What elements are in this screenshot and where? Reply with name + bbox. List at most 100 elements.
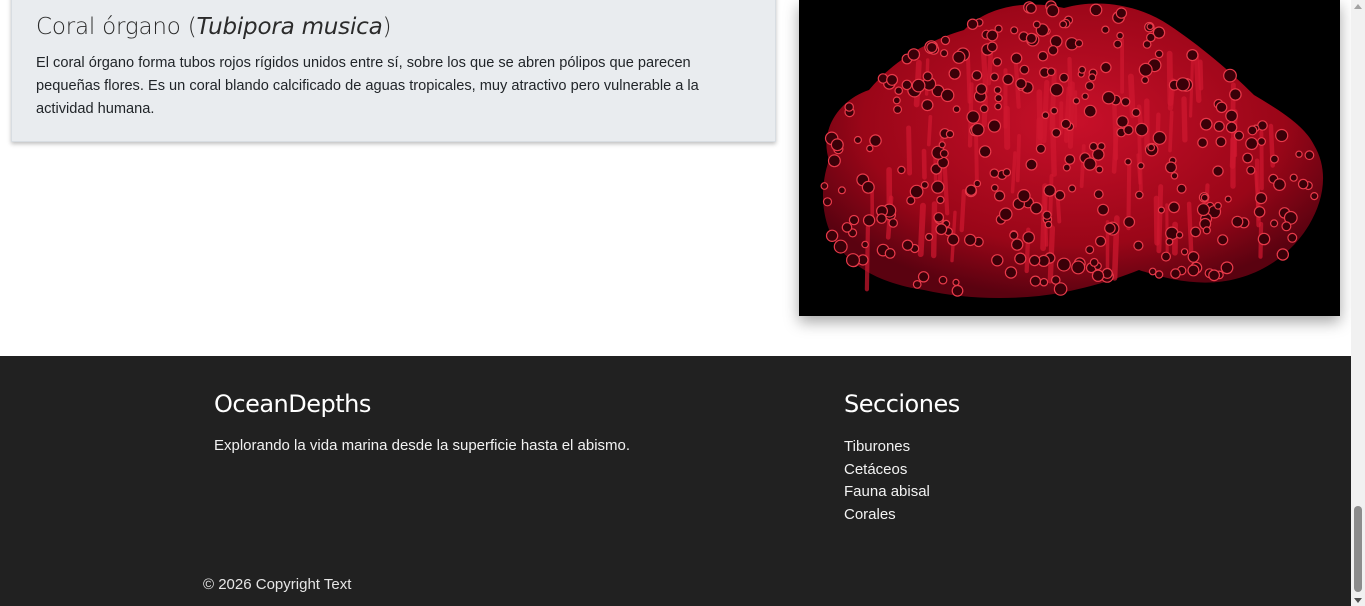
site-footer: OceanDepths Explorando la vida marina de… xyxy=(0,356,1351,606)
coral-tube-opening xyxy=(1202,226,1211,235)
coral-tube-opening xyxy=(999,207,1013,221)
coral-tube-opening xyxy=(1208,269,1221,282)
coral-tube-opening xyxy=(1270,219,1279,228)
coral-tube-opening xyxy=(1304,150,1315,161)
coral-tube-opening xyxy=(1081,92,1089,101)
coral-tube-opening xyxy=(1215,101,1228,114)
scroll-down-arrow-icon[interactable] xyxy=(1354,598,1362,603)
footer-link-fauna-abisal[interactable]: Fauna abisal xyxy=(844,483,930,500)
coral-tube-stem xyxy=(1067,81,1075,149)
coral-tube-opening xyxy=(1276,248,1289,261)
coral-tube-opening xyxy=(1269,154,1279,164)
coral-tube-opening xyxy=(1072,97,1081,105)
coral-tube-opening xyxy=(1176,183,1187,194)
footer-copyright: © 2026 Copyright Text xyxy=(203,576,352,593)
coral-tube-opening xyxy=(1233,130,1245,141)
coral-tube-opening xyxy=(1089,257,1099,267)
coral-tube-opening xyxy=(1246,165,1256,175)
coral-tube-opening xyxy=(1025,158,1038,171)
coral-tube-opening xyxy=(1180,248,1189,256)
coral-tube-opening xyxy=(1214,201,1222,210)
coral-tube-opening xyxy=(1042,210,1052,220)
coral-tube-opening xyxy=(1062,163,1071,172)
coral-tube-opening xyxy=(966,18,979,30)
coral-tube-opening xyxy=(1056,257,1071,272)
coral-tube-stem xyxy=(1197,59,1204,91)
coral-tube-opening xyxy=(986,41,998,53)
coral-tube-opening xyxy=(1059,20,1068,29)
coral-tube-opening xyxy=(1134,190,1144,200)
scrollbar-thumb[interactable] xyxy=(1354,506,1362,592)
coral-tube-opening xyxy=(862,214,876,227)
coral-tube-opening xyxy=(1199,117,1213,131)
coral-tube-opening xyxy=(993,85,1002,94)
coral-tube-opening xyxy=(922,71,933,82)
vertical-scrollbar[interactable] xyxy=(1351,0,1365,606)
coral-tube-opening xyxy=(1054,189,1066,201)
coral-tube-opening xyxy=(1060,118,1072,130)
footer-section-item: Corales xyxy=(844,504,930,527)
coral-tube-opening xyxy=(845,253,860,268)
coral-tube-opening xyxy=(1068,184,1077,193)
coral-tube-opening xyxy=(1025,2,1037,14)
coral-tube-opening xyxy=(1200,193,1209,202)
coral-tube-opening xyxy=(1035,143,1046,154)
coral-tube-opening xyxy=(1187,264,1200,277)
footer-link-cetaceos[interactable]: Cetáceos xyxy=(844,461,907,478)
coral-tube-opening xyxy=(1088,73,1097,82)
coral-tube-opening xyxy=(979,104,989,114)
footer-section-item: Cetáceos xyxy=(844,459,930,482)
coral-tube-stem xyxy=(1079,144,1086,189)
coral-tube-opening xyxy=(820,182,829,190)
coral-tube-opening xyxy=(1190,226,1202,238)
coral-tube-opening xyxy=(1093,189,1104,200)
coral-tube-opening xyxy=(861,240,869,249)
coral-tube-opening xyxy=(994,102,1003,111)
coral-tube-opening xyxy=(1257,137,1267,146)
coral-tube-stem xyxy=(1166,50,1174,106)
footer-link-corales[interactable]: Corales xyxy=(844,506,896,523)
coral-tube-opening xyxy=(1050,106,1059,115)
card-description: El coral órgano forma tubos rojos rígido… xyxy=(36,55,699,117)
coral-tube-opening xyxy=(853,135,863,145)
coral-tube-opening xyxy=(1131,107,1141,118)
coral-tube-opening xyxy=(925,232,934,242)
coral-tube-opening xyxy=(1064,153,1076,165)
coral-tube-opening xyxy=(1059,72,1070,83)
coral-tube-opening xyxy=(1161,251,1172,262)
coral-tube-opening xyxy=(986,29,999,42)
coral-tube-opening xyxy=(1116,31,1124,40)
coral-tube-opening xyxy=(1147,143,1156,152)
scroll-up-arrow-icon[interactable] xyxy=(1354,4,1362,9)
coral-tube-opening xyxy=(827,154,841,168)
coral-tube-opening xyxy=(1231,215,1244,228)
coral-tube-opening xyxy=(952,50,966,64)
coral-tube-opening xyxy=(1084,81,1095,91)
coral-tube-stem xyxy=(917,202,926,258)
coral-tube-opening xyxy=(951,284,964,297)
coral-tube-opening xyxy=(921,98,934,112)
coral-tube-opening xyxy=(1137,162,1145,170)
coral-tube-opening xyxy=(1097,203,1110,216)
coral-tube-opening xyxy=(975,83,988,95)
coral-tube-opening xyxy=(1095,235,1107,247)
coral-tube-opening xyxy=(1124,157,1132,166)
coral-tube-opening xyxy=(1289,173,1298,182)
coral-tube-opening xyxy=(912,280,922,289)
coral-tube-opening xyxy=(1046,67,1056,77)
coral-tube-opening xyxy=(1120,97,1131,107)
coral-tube-opening xyxy=(1089,3,1103,17)
coral-tube-opening xyxy=(1224,195,1232,203)
coral-tube-opening xyxy=(938,141,946,149)
coral-tube-opening xyxy=(940,88,955,103)
coral-tube-opening xyxy=(1170,172,1179,180)
coral-tube-opening xyxy=(1141,76,1150,85)
coral-tube-stem xyxy=(1058,101,1064,135)
page: Coral órgano (Tubipora musica) El coral … xyxy=(0,0,1351,606)
coral-tube-opening xyxy=(1025,32,1037,44)
coral-tube-opening xyxy=(1245,137,1259,151)
coral-tube-opening xyxy=(938,275,948,285)
coral-tube-opening xyxy=(948,67,961,80)
footer-link-tiburones[interactable]: Tiburones xyxy=(844,438,910,455)
coral-tube-opening xyxy=(1002,73,1014,86)
